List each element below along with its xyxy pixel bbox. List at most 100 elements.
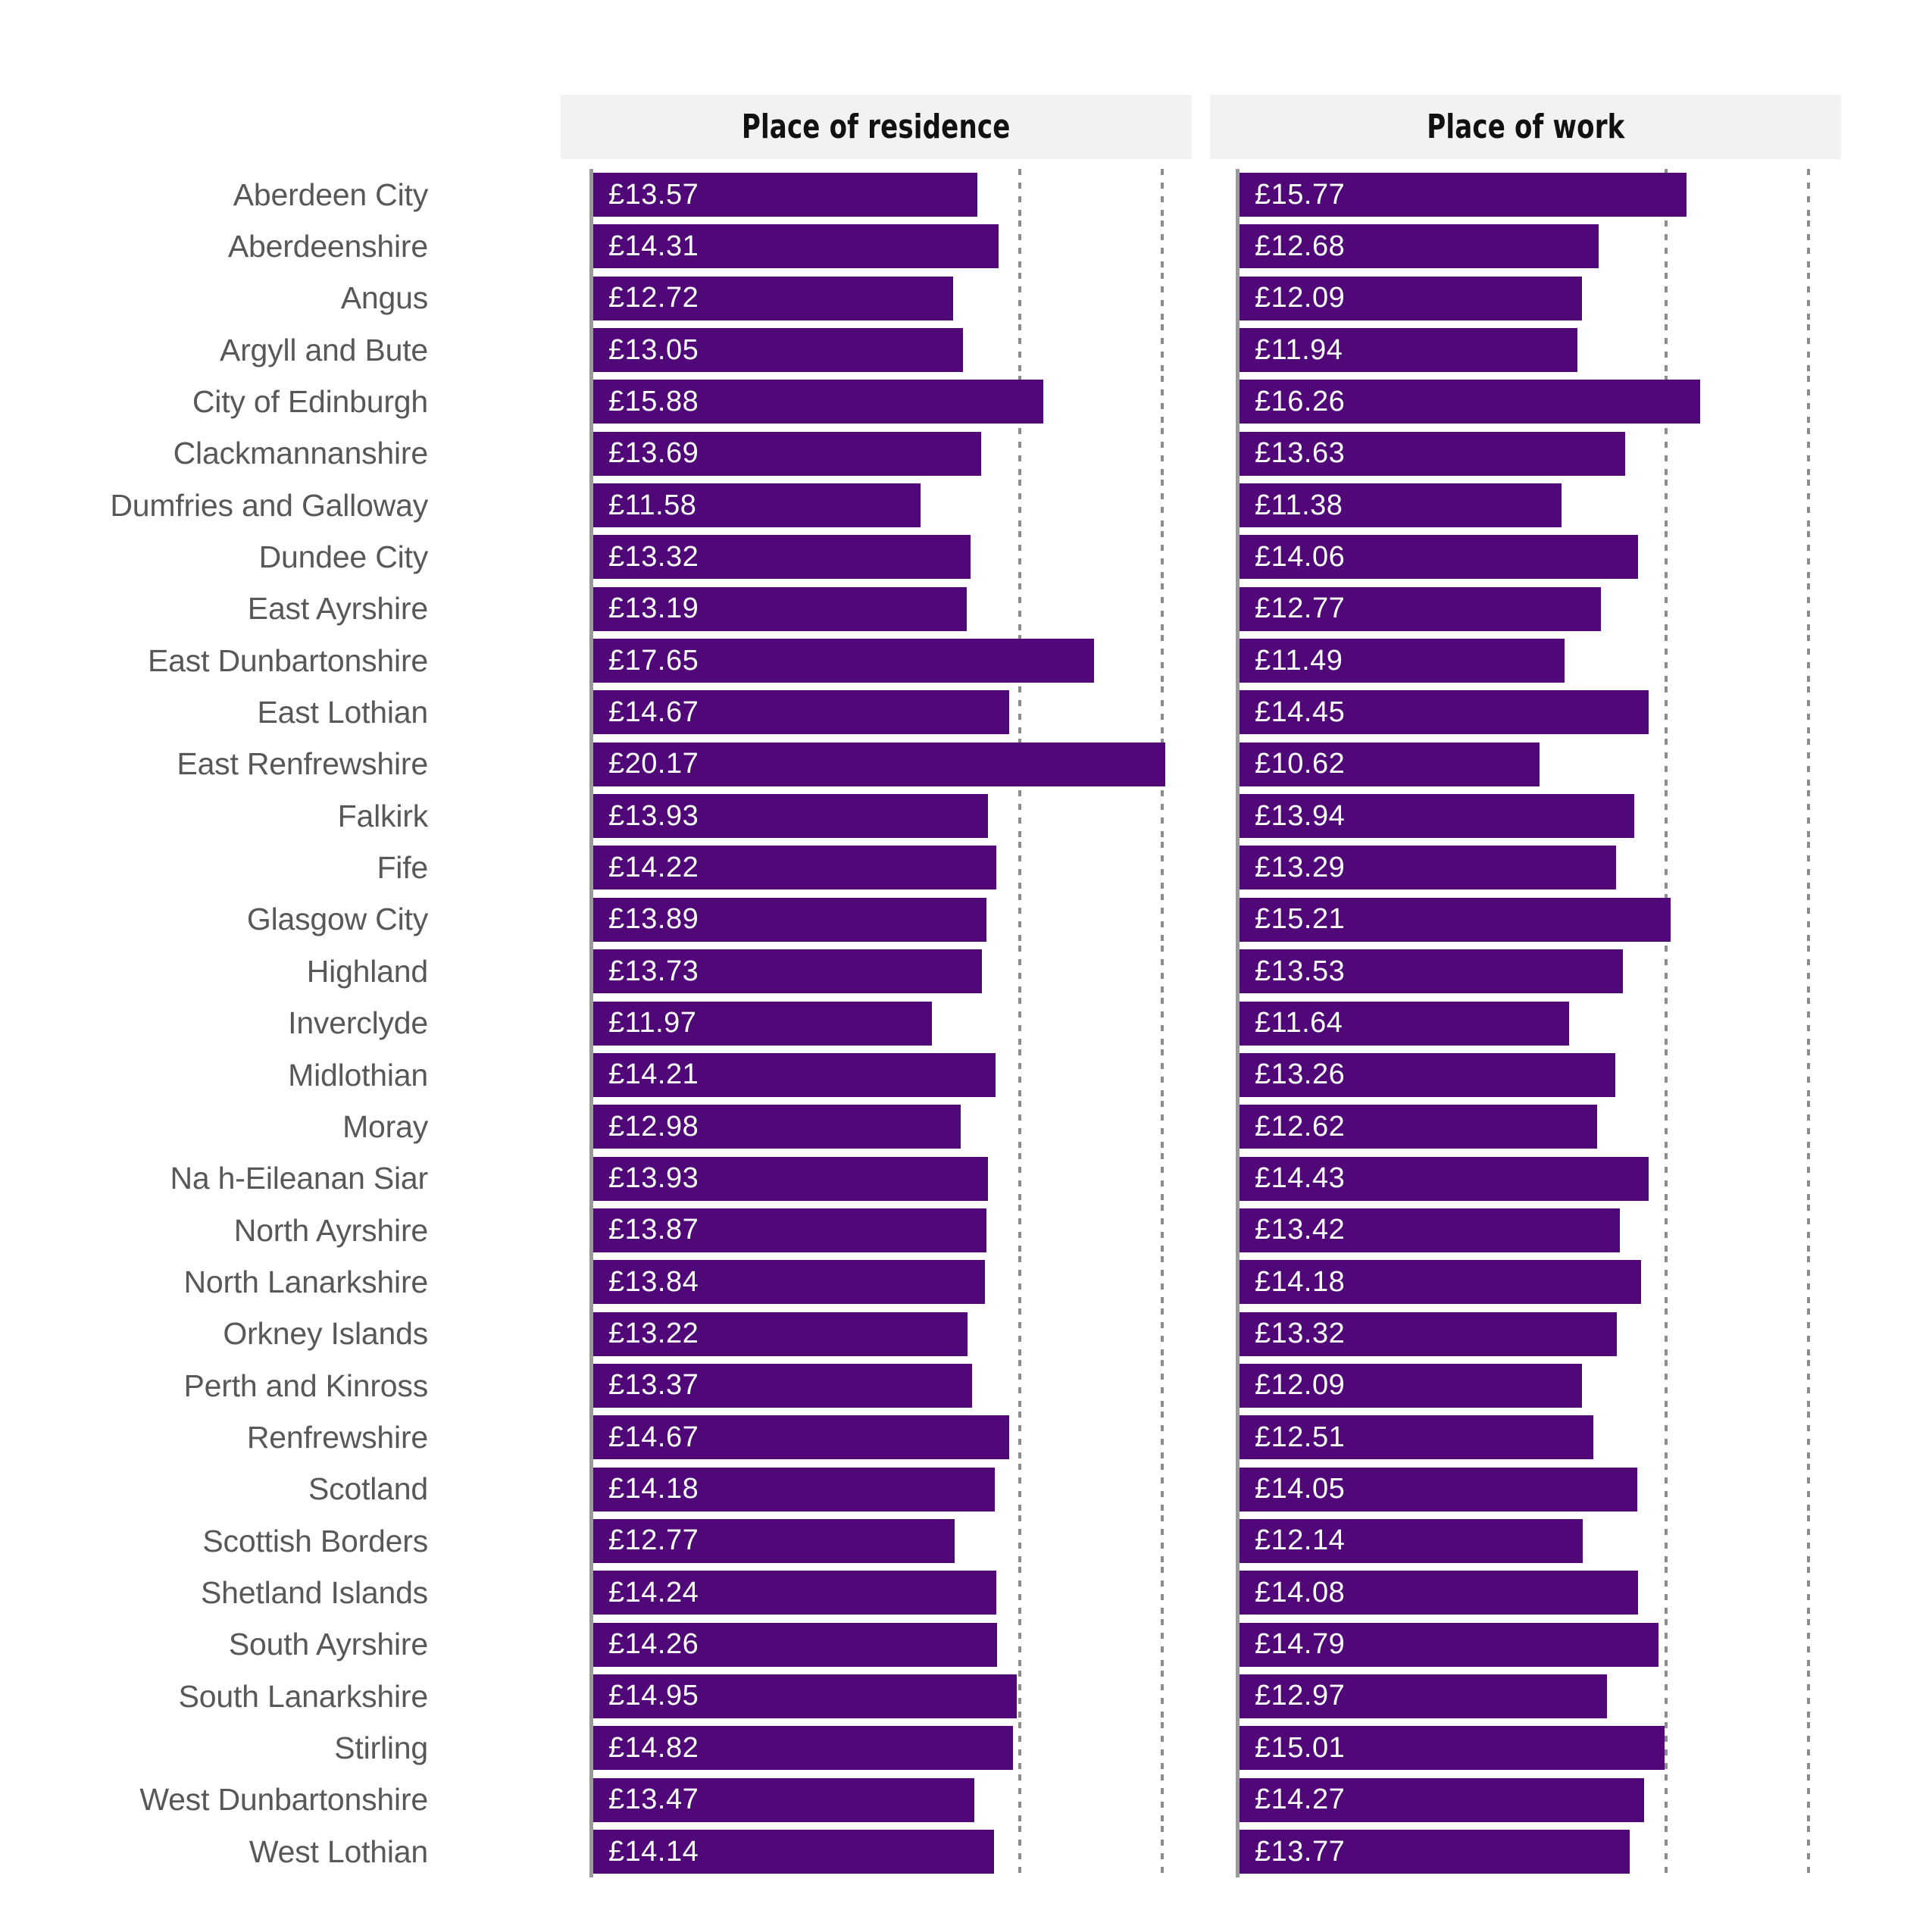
pane-residence: £14.95: [589, 1670, 1192, 1723]
bar: £13.87: [593, 1208, 986, 1252]
category-label: West Dunbartonshire: [139, 1782, 428, 1818]
bar: £14.08: [1240, 1571, 1639, 1615]
gridline-20: [1807, 1101, 1810, 1153]
gridline-20: [1807, 1567, 1810, 1619]
gridline-15: [1018, 1204, 1021, 1257]
bar: £14.27: [1240, 1777, 1644, 1822]
gridline-15: [1018, 480, 1021, 532]
pane-residence: £13.05: [589, 324, 1192, 377]
bar: £17.65: [593, 639, 1094, 683]
panel-header-work: Place of work: [1210, 95, 1841, 159]
category-label: East Lothian: [257, 695, 428, 730]
bar-value-label: £14.06: [1255, 540, 1346, 573]
pane-residence: £13.19: [589, 583, 1192, 636]
pane-work: £13.63: [1236, 427, 1841, 480]
bar: £14.26: [593, 1622, 998, 1667]
gridline-20: [1807, 531, 1810, 583]
gridline-15: [1665, 1204, 1668, 1257]
bar: £14.95: [593, 1674, 1018, 1718]
chart-row: East Lothian £14.67 £14.45: [0, 686, 1932, 739]
chart-row: Orkney Islands £13.22 £13.32: [0, 1308, 1932, 1360]
gridline-15: [1018, 1515, 1021, 1568]
pane-residence: £12.72: [589, 272, 1192, 325]
chart-row: East Renfrewshire £20.17 £10.62: [0, 738, 1932, 791]
bar: £14.21: [593, 1052, 996, 1097]
pane-residence: £13.89: [589, 893, 1192, 946]
bar: £14.18: [593, 1467, 996, 1512]
bar-value-label: £15.21: [1255, 903, 1346, 936]
bar: £13.53: [1240, 949, 1623, 994]
bar-value-label: £13.26: [1255, 1058, 1346, 1091]
gridline-20: [1161, 1204, 1164, 1257]
bar-value-label: £13.42: [1255, 1214, 1346, 1246]
category-label: Inverclyde: [288, 1005, 428, 1041]
gridline-20: [1807, 1722, 1810, 1774]
gridline-20: [1161, 842, 1164, 894]
category-label: Argyll and Bute: [219, 332, 428, 367]
gridline-20: [1807, 324, 1810, 377]
bar-value-label: £17.65: [608, 644, 699, 677]
pane-residence: £13.84: [589, 1256, 1192, 1308]
gridline-15: [1018, 220, 1021, 273]
gridline-15: [1665, 480, 1668, 532]
pane-work: £11.49: [1236, 635, 1841, 687]
gridline-15: [1665, 220, 1668, 273]
bar-value-label: £14.24: [608, 1576, 699, 1608]
pane-residence: £14.14: [589, 1826, 1192, 1878]
bar-value-label: £13.93: [608, 799, 699, 832]
category-label: Scottish Borders: [202, 1523, 428, 1558]
bar-value-label: £14.18: [1255, 1265, 1346, 1298]
gridline-20: [1161, 169, 1164, 221]
gridline-20: [1161, 1826, 1164, 1878]
bar-value-label: £14.21: [608, 1058, 699, 1091]
bar-value-label: £10.62: [1255, 748, 1346, 780]
bar: £12.51: [1240, 1415, 1594, 1460]
pane-work: £13.26: [1236, 1049, 1841, 1102]
pane-residence: £13.32: [589, 531, 1192, 583]
gridline-20: [1161, 1774, 1164, 1826]
bar: £14.05: [1240, 1467, 1638, 1512]
chart-row: Aberdeenshire £14.31 £12.68: [0, 220, 1932, 273]
category-label: Perth and Kinross: [183, 1368, 429, 1403]
gridline-15: [1665, 635, 1668, 687]
gridline-20: [1807, 169, 1810, 221]
gridline-15: [1018, 1463, 1021, 1515]
pane-residence: £13.37: [589, 1359, 1192, 1412]
chart-row: Falkirk £13.93 £13.94: [0, 790, 1932, 843]
bar: £14.45: [1240, 690, 1649, 735]
bar: £13.22: [593, 1311, 968, 1356]
pane-residence: £12.77: [589, 1515, 1192, 1568]
gridline-20: [1161, 1567, 1164, 1619]
gridline-15: [1018, 1567, 1021, 1619]
gridline-15: [1018, 997, 1021, 1049]
chart-row: Scottish Borders £12.77 £12.14: [0, 1515, 1932, 1568]
gridline-20: [1807, 1618, 1810, 1671]
chart-row: Moray £12.98 £12.62: [0, 1101, 1932, 1153]
gridline-20: [1807, 1049, 1810, 1102]
category-label: Falkirk: [337, 798, 429, 833]
gridline-20: [1161, 583, 1164, 636]
bar: £20.17: [593, 742, 1166, 786]
bar: £10.62: [1240, 742, 1540, 786]
pane-work: £13.77: [1236, 1826, 1841, 1878]
pane-work: £14.05: [1236, 1463, 1841, 1515]
gridline-15: [1018, 1618, 1021, 1671]
pane-work: £15.77: [1236, 169, 1841, 221]
pane-residence: £13.22: [589, 1308, 1192, 1360]
bar: £13.94: [1240, 794, 1635, 839]
chart-row: Stirling £14.82 £15.01: [0, 1722, 1932, 1774]
pane-work: £14.79: [1236, 1618, 1841, 1671]
bar: £12.68: [1240, 224, 1599, 269]
pane-work: £14.27: [1236, 1774, 1841, 1826]
category-label: North Ayrshire: [233, 1212, 428, 1248]
gridline-20: [1807, 220, 1810, 273]
pane-work: £14.18: [1236, 1256, 1841, 1308]
gridline-20: [1161, 480, 1164, 532]
bar: £12.72: [593, 276, 954, 320]
gridline-15: [1665, 427, 1668, 480]
chart-row: Shetland Islands £14.24 £14.08: [0, 1567, 1932, 1619]
bar: £12.14: [1240, 1518, 1583, 1563]
pane-residence: £13.93: [589, 790, 1192, 843]
bar: £13.19: [593, 586, 967, 631]
bar-value-label: £15.88: [608, 385, 699, 417]
